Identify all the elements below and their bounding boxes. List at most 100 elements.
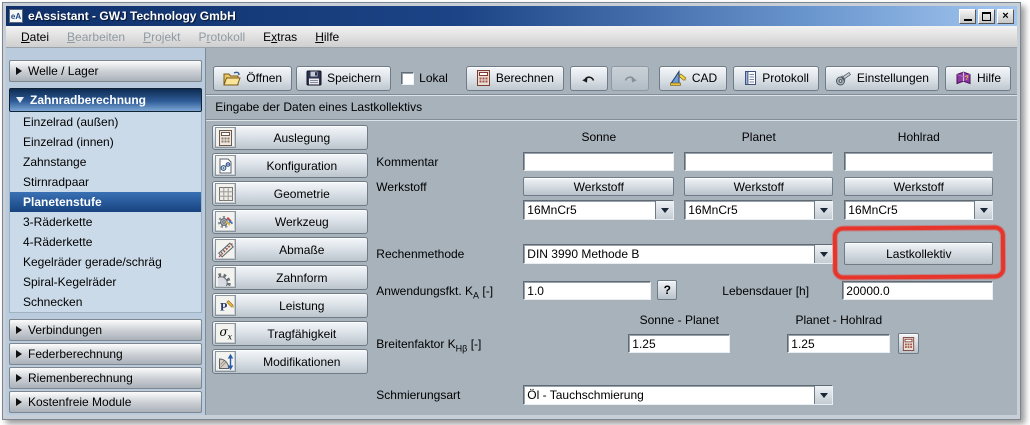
svg-text:?: ? [965, 76, 969, 82]
material-button-hohlrad[interactable]: Werkstoff [844, 177, 993, 196]
sidebar-item-einzelrad-aussen[interactable]: Einzelrad (außen) [10, 112, 201, 132]
comment-label: Kommentar [376, 155, 438, 169]
comment-input-planet[interactable] [684, 152, 833, 171]
close-button[interactable]: × [997, 9, 1014, 24]
sigma-icon: σx [215, 323, 236, 344]
abmasse-button[interactable]: Abmaße [212, 237, 368, 262]
material-select-sonne[interactable]: 16MnCr5 [523, 200, 674, 220]
help-button[interactable]: ? Hilfe [945, 66, 1011, 91]
lubrication-label: Schmierungsart [376, 388, 460, 402]
leistung-button[interactable]: P Leistung [212, 293, 368, 318]
sidebar-item-planetenstufe[interactable]: Planetenstufe [10, 192, 201, 212]
konfiguration-button-label: Konfiguration [238, 159, 365, 173]
width-factor-input-planet-hohlrad[interactable] [787, 334, 890, 353]
application-factor-input[interactable] [523, 281, 651, 300]
dropdown-arrow-icon[interactable] [814, 201, 832, 219]
power-pencil-icon: P [215, 295, 236, 316]
sidebar-header-verbindungen[interactable]: Verbindungen [9, 319, 202, 341]
menu-hilfe[interactable]: Hilfe [306, 28, 348, 46]
sidebar-item-3-raederkette[interactable]: 3-Räderkette [10, 212, 201, 232]
sidebar-item-zahnstange[interactable]: Zahnstange [10, 152, 201, 172]
sidebar-header-federberechnung[interactable]: Federberechnung [9, 343, 202, 365]
help-question-button[interactable]: ? [657, 280, 677, 300]
minimize-button[interactable] [959, 9, 976, 24]
input-form-area: Auslegung Konfiguration Geometrie W [206, 120, 1017, 415]
title-bar[interactable]: eA eAssistant - GWJ Technology GmbH × [6, 6, 1017, 26]
chevron-right-icon [16, 398, 22, 406]
dropdown-arrow-icon[interactable] [814, 386, 832, 404]
method-select[interactable]: DIN 3990 Methode B [523, 244, 833, 264]
material-select-hohlrad[interactable]: 16MnCr5 [844, 200, 993, 220]
book-icon: ? [955, 71, 972, 86]
werkzeug-button[interactable]: Werkzeug [212, 209, 368, 234]
menu-datei[interactable]: Datei [12, 28, 58, 46]
sidebar-item-4-raederkette[interactable]: 4-Räderkette [10, 232, 201, 252]
settings-button[interactable]: Einstellungen [825, 66, 939, 91]
sidebar-item-spiral-kegelraeder[interactable]: Spiral-Kegelräder [10, 272, 201, 292]
sidebar-item-kegelraeder[interactable]: Kegelräder gerade/schräg [10, 252, 201, 272]
sidebar-item-einzelrad-innen[interactable]: Einzelrad (innen) [10, 132, 201, 152]
comment-input-hohlrad[interactable] [844, 152, 993, 171]
maximize-icon [982, 12, 991, 21]
abmasse-button-label: Abmaße [238, 243, 365, 257]
material-button-planet[interactable]: Werkstoff [684, 177, 833, 196]
tragfaehigkeit-button[interactable]: σx Tragfähigkeit [212, 321, 368, 346]
undo-button[interactable] [570, 66, 608, 91]
load-spectrum-button[interactable]: Lastkollektiv [844, 242, 993, 265]
dropdown-arrow-icon[interactable] [974, 201, 992, 219]
zahnform-button-label: Zahnform [238, 271, 365, 285]
cad-button[interactable]: CAD [659, 66, 727, 91]
chevron-down-icon [16, 97, 24, 103]
chevron-right-icon [16, 326, 22, 334]
geometrie-button-label: Geometrie [238, 187, 365, 201]
chevron-right-icon [16, 350, 22, 358]
svg-text:P: P [220, 299, 227, 313]
dropdown-arrow-icon[interactable] [814, 245, 832, 263]
menu-protokoll[interactable]: Protokoll [189, 28, 254, 46]
modifikationen-button[interactable]: Modifikationen [212, 349, 368, 374]
sidebar-header-zahnradberechnung[interactable]: Zahnradberechnung [9, 88, 202, 112]
calculator-icon [902, 337, 915, 351]
sidebar-header-riemenberechnung[interactable]: Riemenberechnung [9, 367, 202, 389]
pair-header-planet-hohlrad: Planet - Hohlrad [787, 313, 890, 327]
tragfaehigkeit-button-label: Tragfähigkeit [238, 327, 365, 341]
auslegung-button[interactable]: Auslegung [212, 125, 368, 150]
geometrie-button[interactable]: Geometrie [212, 181, 368, 206]
calculate-button[interactable]: Berechnen [466, 66, 564, 91]
toolbar: Öffnen Speichern Lokal Ber [206, 48, 1017, 94]
calculate-button-label: Berechnen [496, 71, 554, 85]
open-button[interactable]: Öffnen [213, 66, 292, 91]
redo-button[interactable] [611, 66, 649, 91]
sidebar-header-welle-lager[interactable]: Welle / Lager [9, 60, 202, 82]
menu-extras[interactable]: Extras [254, 28, 306, 46]
lifetime-label: Lebensdauer [h] [722, 284, 809, 298]
lifetime-input[interactable] [842, 281, 993, 300]
zahnform-button[interactable]: Zahnform [212, 265, 368, 290]
menu-projekt[interactable]: Projekt [134, 28, 189, 46]
redo-icon [622, 73, 638, 84]
lubrication-select[interactable]: Öl - Tauchschmierung [523, 385, 833, 405]
konfiguration-button[interactable]: Konfiguration [212, 153, 368, 178]
wrench-icon [835, 70, 852, 86]
sidebar-header-kostenfreie-module[interactable]: Kostenfreie Module [9, 391, 202, 413]
protocol-button[interactable]: Protokoll [733, 66, 819, 91]
modifikationen-button-label: Modifikationen [238, 355, 365, 369]
sidebar-item-stirnradpaar[interactable]: Stirnradpaar [10, 172, 201, 192]
local-checkbox[interactable] [401, 72, 414, 85]
material-select-planet[interactable]: 16MnCr5 [684, 200, 833, 220]
column-header-sonne: Sonne [523, 130, 674, 144]
dropdown-arrow-icon[interactable] [655, 201, 673, 219]
sidebar-item-schnecken[interactable]: Schnecken [10, 292, 201, 312]
maximize-button[interactable] [978, 9, 995, 24]
column-header-planet: Planet [684, 130, 833, 144]
save-button[interactable]: Speichern [296, 66, 391, 91]
comment-input-sonne[interactable] [523, 152, 674, 171]
width-factor-calculator-button[interactable] [898, 333, 919, 354]
local-checkbox-label: Lokal [419, 71, 448, 85]
calculator-icon [215, 127, 236, 148]
width-factor-input-sonne-planet[interactable] [628, 334, 730, 353]
menu-bearbeiten[interactable]: Bearbeiten [58, 28, 134, 46]
material-button-sonne[interactable]: Werkstoff [523, 177, 674, 196]
cad-button-label: CAD [692, 71, 717, 85]
chevron-right-icon [16, 67, 22, 75]
